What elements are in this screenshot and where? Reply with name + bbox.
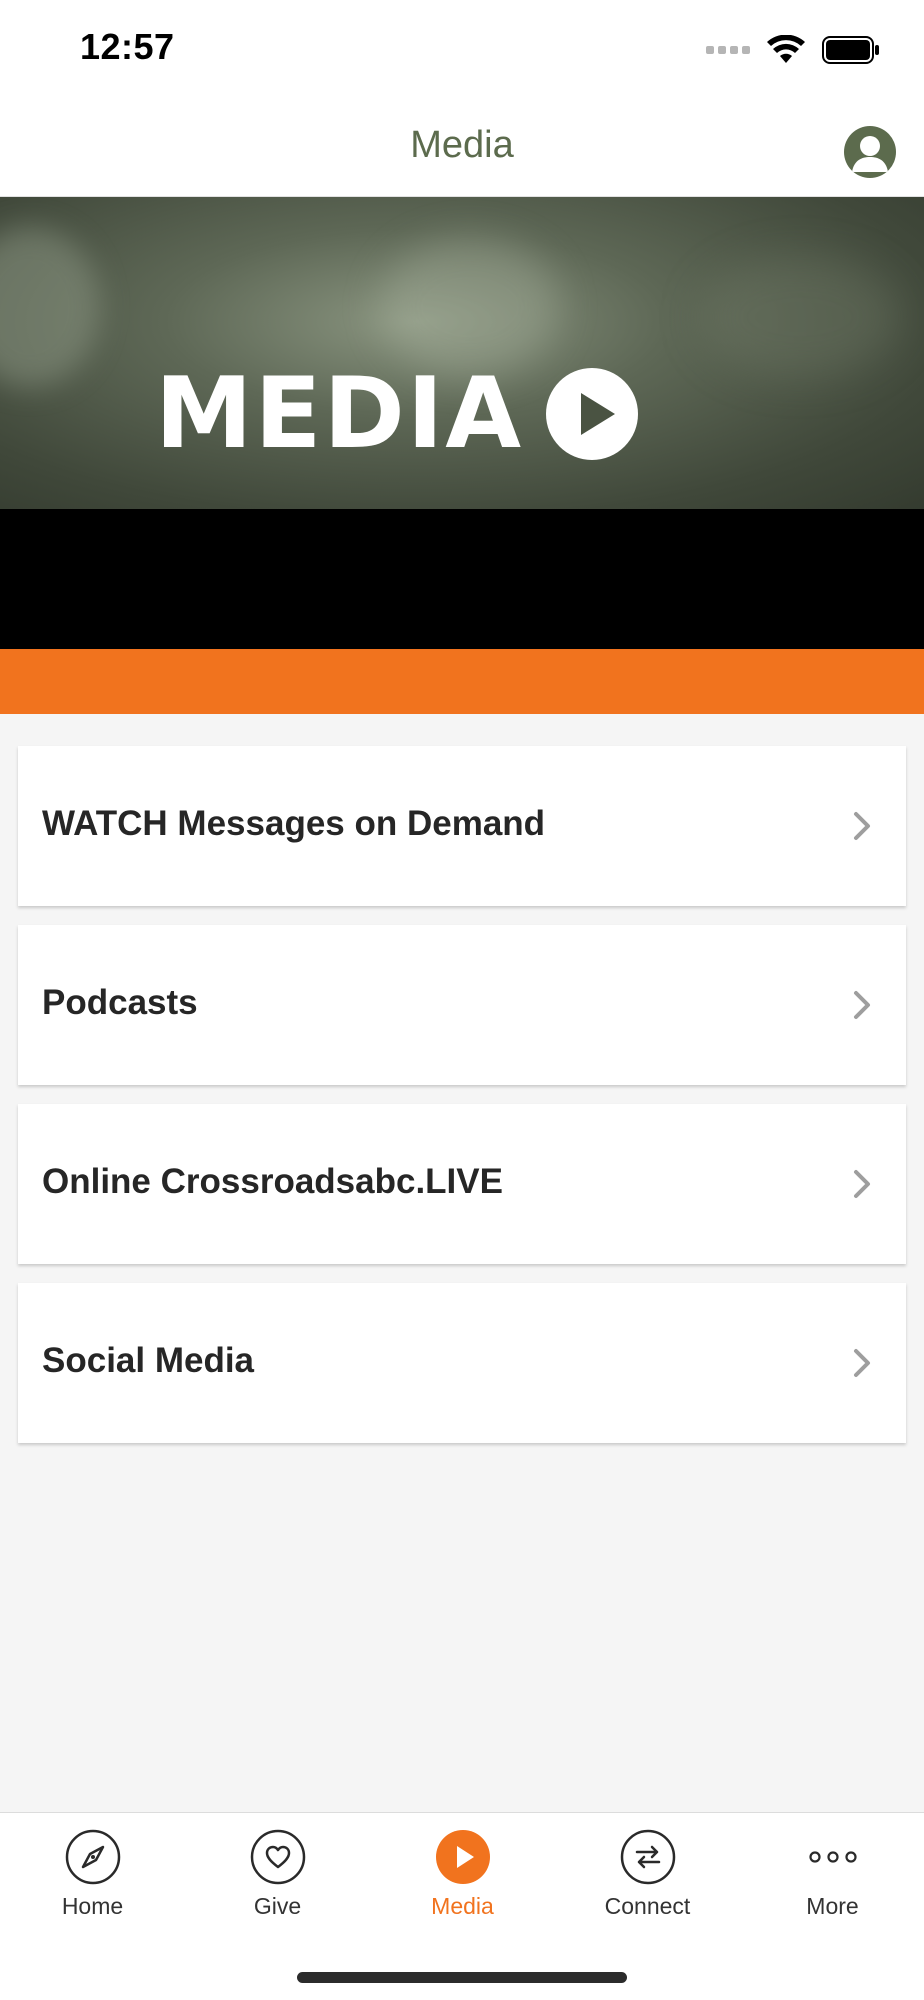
menu-item-watch-messages[interactable]: WATCH Messages on Demand bbox=[18, 746, 906, 906]
status-icons bbox=[706, 30, 880, 70]
menu-item-label: WATCH Messages on Demand bbox=[42, 804, 546, 843]
compass-icon bbox=[65, 1829, 120, 1885]
tab-label: Connect bbox=[604, 1893, 691, 1919]
tab-more[interactable]: More bbox=[740, 1813, 924, 1933]
more-dots-icon bbox=[808, 1851, 857, 1863]
chevron-right-icon bbox=[854, 991, 870, 1019]
banner-black-band bbox=[0, 509, 924, 649]
hero-title: MEDIA bbox=[155, 357, 524, 471]
menu-item-social-media[interactable]: Social Media bbox=[18, 1283, 906, 1443]
tab-media[interactable]: Media bbox=[370, 1813, 555, 1933]
menu-item-label: Social Media bbox=[42, 1341, 255, 1380]
menu-item-online-live[interactable]: Online Crossroadsabc.LIVE bbox=[18, 1104, 906, 1264]
chevron-right-icon bbox=[854, 812, 870, 840]
heart-icon bbox=[250, 1829, 305, 1885]
tab-label: More bbox=[806, 1893, 859, 1919]
navigation-bar: Media bbox=[0, 100, 924, 197]
tab-home[interactable]: Home bbox=[0, 1813, 185, 1933]
tab-label: Give bbox=[253, 1893, 302, 1919]
menu-item-podcasts[interactable]: Podcasts bbox=[18, 925, 906, 1085]
status-time: 12:57 bbox=[80, 26, 175, 67]
tab-give[interactable]: Give bbox=[185, 1813, 370, 1933]
home-indicator bbox=[297, 1972, 627, 1983]
menu-item-label: Online Crossroadsabc.LIVE bbox=[42, 1162, 503, 1201]
battery-icon bbox=[822, 36, 879, 64]
media-menu-list: WATCH Messages on Demand Podcasts Online… bbox=[18, 746, 906, 1462]
play-circle-icon bbox=[546, 368, 639, 460]
profile-icon[interactable] bbox=[844, 126, 896, 178]
wifi-icon bbox=[767, 35, 805, 63]
signal-icon bbox=[706, 46, 750, 54]
page-title: Media bbox=[410, 124, 514, 166]
banner-orange-band bbox=[0, 649, 924, 714]
hero-banner: MEDIA bbox=[0, 197, 924, 509]
arrows-exchange-icon bbox=[620, 1829, 675, 1885]
menu-item-label: Podcasts bbox=[42, 983, 198, 1022]
tab-label: Home bbox=[61, 1893, 124, 1919]
play-icon bbox=[435, 1830, 490, 1884]
chevron-right-icon bbox=[854, 1170, 870, 1198]
tab-label: Media bbox=[431, 1893, 494, 1919]
chevron-right-icon bbox=[854, 1349, 870, 1377]
tab-connect[interactable]: Connect bbox=[555, 1813, 740, 1933]
status-bar: 12:57 bbox=[0, 0, 924, 100]
